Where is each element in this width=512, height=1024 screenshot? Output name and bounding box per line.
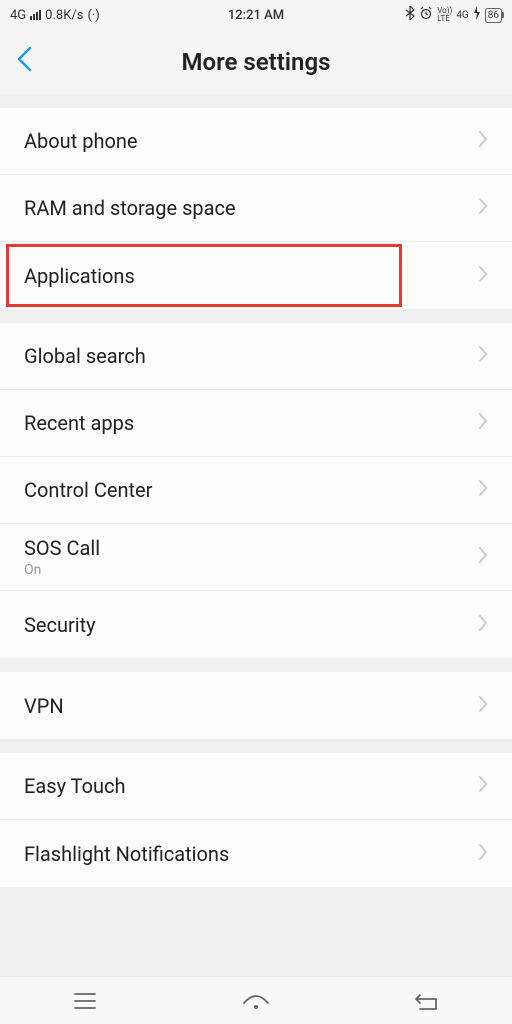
list-item-left: RAM and storage space (24, 196, 236, 220)
list-item-left: Applications (24, 264, 135, 288)
list-item-label: Security (24, 613, 96, 637)
list-item-label: Recent apps (24, 411, 134, 435)
status-bar: 4G 0.8K/s (·) 12:21 AM Vo))LTE 4G 86 (0, 0, 512, 30)
list-item-left: Flashlight Notifications (24, 842, 229, 866)
list-item-left: SOS Call On (24, 536, 100, 578)
header: More settings (0, 30, 512, 94)
signal-icon (30, 10, 41, 20)
list-item-label: VPN (24, 694, 64, 718)
nav-bar (0, 976, 512, 1024)
list-item-left: VPN (24, 694, 64, 718)
list-item-label: About phone (24, 129, 138, 153)
settings-section: About phone RAM and storage space Applicat… (0, 108, 512, 309)
list-item-left: Control Center (24, 478, 152, 502)
back-nav-icon[interactable] (407, 981, 447, 1021)
chevron-right-icon (478, 774, 488, 798)
list-item-left: About phone (24, 129, 138, 153)
charging-icon (473, 6, 481, 24)
settings-item-ram-storage[interactable]: RAM and storage space (0, 175, 512, 242)
list-item-label: RAM and storage space (24, 196, 236, 220)
settings-item-vpn[interactable]: VPN (0, 672, 512, 739)
settings-item-global-search[interactable]: Global search (0, 323, 512, 390)
volte-icon: Vo))LTE (437, 7, 452, 23)
list-item-label: Flashlight Notifications (24, 842, 229, 866)
settings-list: About phone RAM and storage space Applicat… (0, 94, 512, 887)
settings-item-security[interactable]: Security (0, 591, 512, 658)
alarm-icon (419, 6, 433, 24)
chevron-right-icon (478, 344, 488, 368)
chevron-right-icon (478, 129, 488, 153)
settings-item-about-phone[interactable]: About phone (0, 108, 512, 175)
page-title: More settings (182, 48, 331, 76)
settings-item-applications[interactable]: Applications (0, 242, 512, 309)
section-divider (0, 739, 512, 753)
section-divider (0, 94, 512, 108)
chevron-right-icon (478, 411, 488, 435)
battery-indicator: 86 (485, 8, 502, 23)
list-item-label: SOS Call (24, 536, 100, 560)
list-item-label: Control Center (24, 478, 152, 502)
settings-item-easy-touch[interactable]: Easy Touch (0, 753, 512, 820)
section-divider (0, 658, 512, 672)
list-item-left: Security (24, 613, 96, 637)
net-4g: 4G (456, 10, 468, 21)
chevron-right-icon (478, 694, 488, 718)
list-item-left: Easy Touch (24, 774, 125, 798)
chevron-right-icon (478, 196, 488, 220)
list-item-left: Global search (24, 344, 146, 368)
list-item-label: Easy Touch (24, 774, 125, 798)
list-item-left: Recent apps (24, 411, 134, 435)
settings-section: Easy Touch Flashlight Notifications (0, 753, 512, 887)
list-item-subtext: On (24, 562, 100, 578)
status-left: 4G 0.8K/s (·) (10, 8, 100, 23)
home-icon[interactable] (236, 981, 276, 1021)
chevron-right-icon (478, 545, 488, 569)
section-divider (0, 309, 512, 323)
data-speed: 0.8K/s (45, 8, 83, 23)
list-item-label: Global search (24, 344, 146, 368)
settings-section: Global search Recent apps Control Center SO… (0, 323, 512, 658)
list-item-label: Applications (24, 264, 135, 288)
menu-icon[interactable] (65, 981, 105, 1021)
settings-item-control-center[interactable]: Control Center (0, 457, 512, 524)
status-right: Vo))LTE 4G 86 (405, 6, 502, 24)
settings-section: VPN (0, 672, 512, 739)
settings-item-flashlight-notifications[interactable]: Flashlight Notifications (0, 820, 512, 887)
chevron-right-icon (478, 478, 488, 502)
bluetooth-icon (405, 6, 415, 24)
back-button[interactable] (16, 46, 46, 79)
settings-item-sos-call[interactable]: SOS Call On (0, 524, 512, 591)
settings-item-recent-apps[interactable]: Recent apps (0, 390, 512, 457)
chevron-right-icon (478, 842, 488, 866)
network-type: 4G (10, 8, 26, 23)
status-time: 12:21 AM (228, 8, 284, 23)
chevron-right-icon (478, 613, 488, 637)
wifi-icon: (·) (87, 8, 99, 23)
chevron-right-icon (478, 264, 488, 288)
